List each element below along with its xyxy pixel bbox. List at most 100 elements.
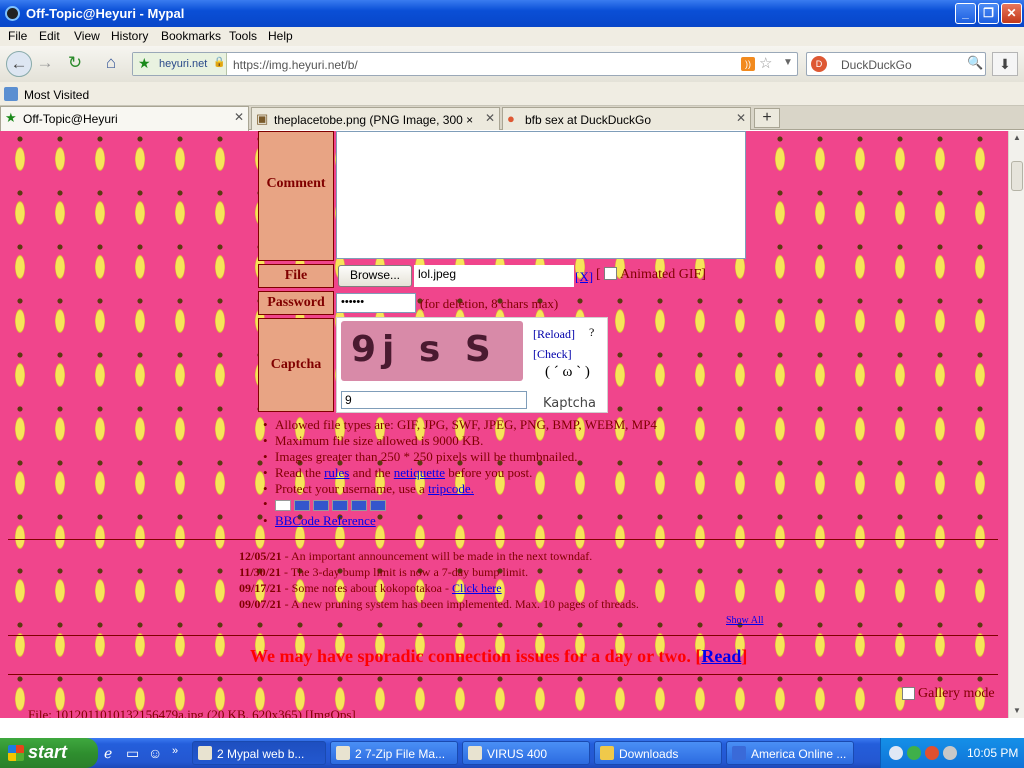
url-bar[interactable]: ★ heyuri.net 🔒 https://img.heyuri.net/b/… [132, 52, 798, 76]
news-item: 11/30/21 - The 3-day bump limit is now a… [239, 565, 528, 580]
show-all-link[interactable]: Show All [726, 615, 764, 626]
reload-button[interactable]: ↻ [62, 51, 88, 77]
desktop-quicklaunch-icon[interactable]: ▭ [126, 745, 139, 762]
taskbar-item-downloads[interactable]: Downloads [594, 741, 722, 765]
gallery-mode-checkbox[interactable] [902, 687, 915, 700]
menu-bookmarks[interactable]: Bookmarks [161, 29, 221, 43]
antivirus-tray-icon[interactable] [925, 746, 939, 760]
menu-tools[interactable]: Tools [229, 29, 257, 43]
menu-help[interactable]: Help [268, 29, 293, 43]
tab-duckduckgo[interactable]: ● bfb sex at DuckDuckGo ✕ [502, 107, 751, 130]
new-tab-button[interactable]: + [754, 108, 780, 128]
menu-history[interactable]: History [111, 29, 148, 43]
url-text[interactable]: https://img.heyuri.net/b/ [233, 58, 358, 72]
mypal-icon [198, 746, 212, 760]
menu-file[interactable]: File [8, 29, 27, 43]
language-link-icon[interactable] [294, 499, 310, 511]
rule-read-pre: Read the [275, 465, 325, 480]
close-button[interactable]: ✕ [1001, 3, 1022, 24]
forward-button[interactable]: → [32, 51, 58, 77]
search-icon[interactable]: 🔍 [967, 55, 983, 71]
security-tray-icon[interactable] [907, 746, 921, 760]
taskbar-item-7zip[interactable]: 2 7-Zip File Ma... [330, 741, 458, 765]
news-item: 12/05/21 - An important announcement wil… [239, 549, 592, 564]
language-link-icon[interactable] [313, 499, 329, 511]
language-link-icon[interactable] [332, 499, 348, 511]
tab-label: theplacetobe.png (PNG Image, 300 × 100 .… [274, 113, 474, 127]
rule-tripcode-pre: Protect your username, use a [275, 481, 429, 496]
remove-file-link[interactable]: [X] [575, 269, 593, 285]
start-button[interactable]: start [0, 738, 98, 768]
netiquette-link[interactable]: netiquette [394, 465, 445, 480]
kaptcha-brand: Kaptcha [543, 396, 596, 411]
menu-view[interactable]: View [74, 29, 100, 43]
language-link-icon[interactable] [370, 499, 386, 511]
url-dropdown-icon[interactable]: ▼ [783, 57, 793, 68]
post-file-info: File: 1012011010132156479a.jpg (20 KB, 6… [28, 707, 356, 718]
captcha-check-link[interactable]: [Check] [533, 347, 572, 362]
clock: 10:05 PM [967, 746, 1019, 760]
site-identity[interactable]: ★ heyuri.net 🔒 [133, 53, 227, 75]
search-box[interactable]: D DuckDuckGo 🔍 [806, 52, 986, 76]
captcha-input[interactable]: 9 [341, 391, 527, 409]
japan-flag-icon[interactable] [275, 499, 291, 511]
tab-close-icon[interactable]: ✕ [234, 110, 244, 124]
news-item: 09/07/21 - A new pruning system has been… [239, 597, 639, 612]
tab-close-icon[interactable]: ✕ [485, 111, 495, 125]
comment-textarea[interactable] [336, 131, 746, 259]
read-link[interactable]: Read [701, 646, 741, 666]
back-button[interactable]: ← [6, 51, 32, 77]
rss-feed-icon[interactable]: )) [741, 57, 755, 71]
rule-read-post: before you post. [445, 465, 533, 480]
taskbar-item-aol[interactable]: America Online ... [726, 741, 854, 765]
app-quicklaunch-icon[interactable]: ☺ [148, 745, 162, 761]
window-titlebar: Off-Topic@Heyuri - Mypal _ ❐ ✕ [0, 0, 1024, 27]
rule-bbcode: BBCode Reference [263, 513, 376, 529]
news-date: 09/07/21 [239, 597, 282, 611]
ie-quicklaunch-icon[interactable]: ℯ [104, 745, 112, 762]
home-button[interactable]: ⌂ [98, 51, 124, 77]
animated-gif-checkbox[interactable] [604, 267, 617, 280]
taskbar-item-label: VIRUS 400 [487, 747, 548, 761]
captcha-reload-link[interactable]: [Reload] [533, 327, 575, 342]
downloads-button[interactable]: ⬇ [992, 52, 1018, 76]
tab-close-icon[interactable]: ✕ [736, 111, 746, 125]
minimize-button[interactable]: _ [955, 3, 976, 24]
captcha-help-icon[interactable]: ? [589, 325, 594, 340]
tab-label: bfb sex at DuckDuckGo [525, 113, 652, 127]
quicklaunch-expand-icon[interactable]: » [172, 745, 178, 757]
rule-tripcode: Protect your username, use a tripcode. [263, 481, 474, 497]
news-text: - An important announcement will be made… [281, 549, 593, 563]
vertical-scrollbar[interactable]: ▲ ▼ [1008, 131, 1024, 718]
maximize-button[interactable]: ❐ [978, 3, 999, 24]
tripcode-link[interactable]: tripcode. [428, 481, 474, 496]
scroll-up-icon[interactable]: ▲ [1010, 131, 1024, 145]
news-text: - Some notes about kokopotakoa - [281, 581, 452, 595]
click-here-link[interactable]: Click here [452, 581, 502, 595]
bookmark-star-icon[interactable]: ☆ [759, 54, 772, 72]
aol-icon [732, 746, 746, 760]
scroll-down-icon[interactable]: ▼ [1010, 704, 1024, 718]
taskbar-item-mypal[interactable]: 2 Mypal web b... [192, 741, 326, 765]
7zip-icon [336, 746, 350, 760]
scroll-thumb[interactable] [1011, 161, 1023, 191]
browse-button[interactable]: Browse... [338, 265, 412, 287]
duckduckgo-icon[interactable]: D [811, 56, 827, 72]
bracket-open: [ [596, 267, 601, 282]
tab-off-topic[interactable]: ★ Off-Topic@Heyuri ✕ [0, 106, 249, 131]
search-placeholder: DuckDuckGo [841, 58, 912, 72]
password-field[interactable]: •••••• [336, 293, 416, 313]
divider [8, 539, 998, 540]
network-tray-icon[interactable] [889, 746, 903, 760]
bbcode-reference-link[interactable]: BBCode Reference [275, 513, 376, 528]
rule-thumbnail: Images greater than 250 * 250 pixels wil… [263, 449, 578, 465]
show-all-container: Show All [726, 615, 764, 626]
volume-tray-icon[interactable] [943, 746, 957, 760]
tab-image[interactable]: ▣ theplacetobe.png (PNG Image, 300 × 100… [251, 107, 500, 130]
menu-edit[interactable]: Edit [39, 29, 60, 43]
most-visited-bookmark[interactable]: Most Visited [24, 88, 89, 102]
rules-link[interactable]: rules [324, 465, 349, 480]
news-text: - A new pruning system has been implemen… [281, 597, 639, 611]
taskbar-item-virus400[interactable]: VIRUS 400 [462, 741, 590, 765]
language-link-icon[interactable] [351, 499, 367, 511]
